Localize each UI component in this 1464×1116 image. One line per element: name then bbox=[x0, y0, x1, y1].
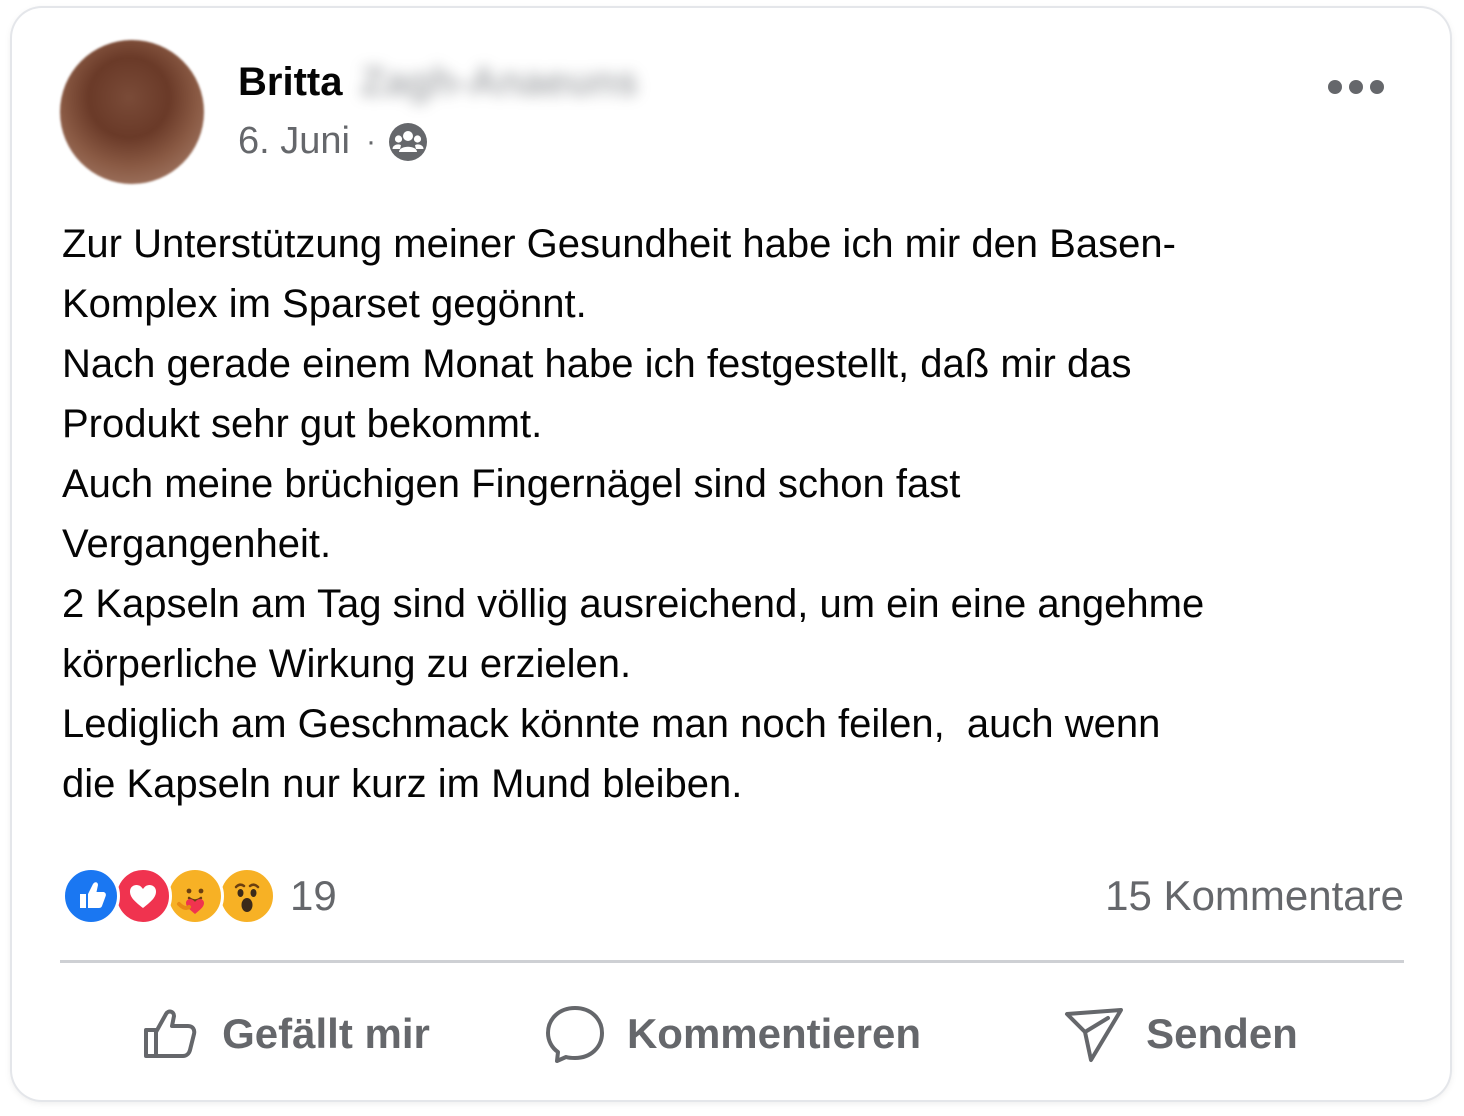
post-text-line: Lediglich am Geschmack könnte man noch f… bbox=[62, 702, 1161, 746]
care-reaction-icon bbox=[166, 867, 224, 925]
wow-reaction-icon bbox=[218, 867, 276, 925]
comment-count-link[interactable]: 15 Kommentare bbox=[1105, 872, 1404, 920]
send-button-label: Senden bbox=[1146, 1010, 1298, 1057]
reactions-summary: 19 15 Kommentare bbox=[62, 866, 1404, 928]
like-button[interactable]: Gefällt mir bbox=[60, 988, 508, 1080]
post-text-line: Komplex im Sparset gegönnt. bbox=[62, 282, 587, 326]
post-text-line: die Kapseln nur kurz im Mund bleiben. bbox=[62, 762, 743, 806]
action-bar: Gefällt mir Kommentieren Senden bbox=[60, 988, 1404, 1080]
love-reaction-icon bbox=[114, 867, 172, 925]
author-first-name[interactable]: Britta bbox=[238, 60, 342, 105]
post-card: Britta Zagh-Anaeuns 6. Juni · Zur Unters… bbox=[12, 8, 1450, 1100]
post-meta: 6. Juni · bbox=[238, 120, 428, 163]
post-date[interactable]: 6. Juni bbox=[238, 120, 350, 163]
more-options-button[interactable] bbox=[1328, 72, 1384, 102]
send-button[interactable]: Senden bbox=[956, 988, 1404, 1080]
author-name[interactable]: Britta Zagh-Anaeuns bbox=[238, 60, 638, 105]
avatar[interactable] bbox=[60, 40, 204, 184]
divider bbox=[60, 960, 1404, 963]
comment-button-label: Kommentieren bbox=[626, 1010, 922, 1057]
post-text-line: körperliche Wirkung zu erzielen. bbox=[62, 642, 632, 686]
post-text-line: Zur Unterstützung meiner Gesundheit habe… bbox=[62, 222, 1176, 266]
comment-button[interactable]: Kommentieren bbox=[508, 988, 956, 1080]
post-text-line: Auch meine brüchigen Fingernägel sind sc… bbox=[62, 462, 961, 506]
like-button-label: Gefällt mir bbox=[222, 1010, 430, 1057]
post-text-line: Nach gerade einem Monat habe ich festges… bbox=[62, 342, 1132, 386]
meta-separator: · bbox=[365, 124, 376, 158]
more-icon-dot bbox=[1349, 80, 1363, 94]
post-text-line: 2 Kapseln am Tag sind völlig ausreichend… bbox=[62, 582, 1205, 626]
post-text-line: Produkt sehr gut bekommt. bbox=[62, 402, 543, 446]
thumbs-up-icon bbox=[144, 1009, 197, 1058]
comment-bubble-icon bbox=[545, 1006, 604, 1063]
group-icon bbox=[388, 122, 428, 162]
reaction-count[interactable]: 19 bbox=[290, 872, 337, 920]
more-icon-dot bbox=[1328, 80, 1342, 94]
author-last-name-blurred: Zagh-Anaeuns bbox=[360, 60, 639, 104]
post-body: Zur Unterstützung meiner Gesundheit habe… bbox=[62, 214, 1412, 814]
more-icon-dot bbox=[1370, 80, 1384, 94]
like-reaction-icon bbox=[62, 867, 120, 925]
send-icon bbox=[1065, 1008, 1124, 1062]
post-text-line: Vergangenheit. bbox=[62, 522, 332, 566]
